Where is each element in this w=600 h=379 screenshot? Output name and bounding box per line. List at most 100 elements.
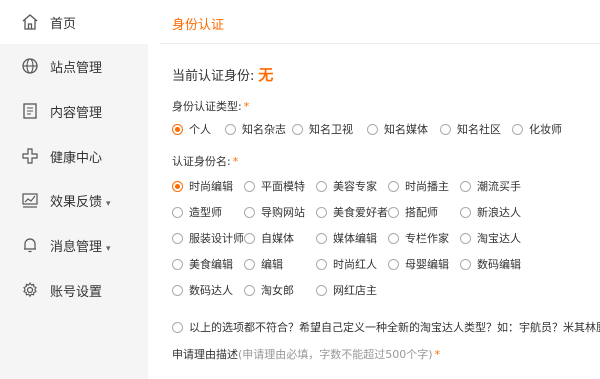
type-option-radio[interactable]: 知名杂志 [225, 121, 286, 137]
radio-circle-icon [172, 232, 183, 244]
type-option-radio[interactable]: 知名社区 [440, 121, 501, 137]
radio-circle-icon [244, 180, 255, 192]
divider [160, 43, 600, 44]
radio-circle-icon [460, 232, 471, 244]
identity-option-radio[interactable]: 数码达人 [172, 282, 233, 298]
radio-label: 平面模特 [261, 180, 305, 193]
identity-option-radio[interactable]: 服装设计师 [172, 230, 244, 246]
radio-label: 美容专家 [333, 180, 377, 193]
identity-option-radio[interactable]: 数码编辑 [460, 256, 521, 272]
type-option-radio[interactable]: 知名媒体 [367, 121, 428, 137]
status-value: 无 [258, 66, 274, 84]
identity-option-radio[interactable]: 新浪达人 [460, 204, 521, 220]
identity-option-radio[interactable]: 平面模特 [244, 178, 305, 194]
type-option-radio[interactable]: 个人 [172, 121, 211, 137]
radio-circle-icon [388, 180, 399, 192]
radio-circle-icon [172, 123, 183, 135]
radio-circle-icon [460, 180, 471, 192]
document-icon [20, 101, 40, 121]
main-content: 身份认证 当前认证身份: 无 身份认证类型: * 个人 知名杂志 知名卫视 知名媒体 知名社… [148, 0, 600, 379]
radio-label: 淘宝达人 [477, 232, 521, 245]
identity-option-radio[interactable]: 造型师 [172, 204, 222, 220]
sidebar-item-label: 效果反馈 ▾ [50, 194, 111, 210]
radio-label: 美食编辑 [189, 258, 233, 271]
reason-label: 申请理由描述(申请理由必填，字数不能超过500个字) * [172, 348, 441, 361]
radio-circle-icon [244, 206, 255, 218]
sidebar-item-health[interactable]: 健康中心 [0, 134, 148, 178]
radio-label: 化妆师 [529, 123, 562, 136]
radio-circle-icon [388, 206, 399, 218]
radio-circle-icon [316, 206, 327, 218]
radio-label: 知名杂志 [242, 123, 286, 136]
current-identity-status: 当前认证身份: 无 [172, 64, 273, 85]
globe-icon [20, 56, 40, 76]
radio-circle-icon [172, 180, 183, 192]
sidebar-item-label: 站点管理 [50, 60, 103, 76]
sidebar-item-label: 内容管理 [50, 105, 103, 121]
radio-circle-icon [460, 206, 471, 218]
radio-circle-icon [460, 258, 471, 270]
type-label: 身份认证类型: * [172, 100, 250, 113]
radio-label: 自媒体 [261, 232, 294, 245]
radio-circle-icon [316, 180, 327, 192]
radio-circle-icon [316, 232, 327, 244]
radio-circle-icon [316, 284, 327, 296]
type-option-radio[interactable]: 知名卫视 [292, 121, 353, 137]
radio-circle-icon [225, 123, 236, 135]
home-icon [20, 12, 40, 32]
sidebar-item-content[interactable]: 内容管理 [0, 89, 148, 133]
status-label: 当前认证身份: [172, 69, 255, 84]
radio-label: 数码达人 [189, 284, 233, 297]
identity-option-radio[interactable]: 时尚红人 [316, 256, 377, 272]
sidebar: 首页 站点管理 内容管理 健康中心 效果反馈 ▾ 消息管理 ▾ 账号设置 [0, 0, 148, 379]
radio-circle-icon [512, 123, 523, 135]
radio-label: 个人 [189, 123, 211, 136]
chevron-down-icon: ▾ [106, 198, 111, 209]
radio-label: 知名卫视 [309, 123, 353, 136]
identity-option-radio[interactable]: 美食编辑 [172, 256, 233, 272]
radio-label: 母婴编辑 [405, 258, 449, 271]
breadcrumb: 身份认证 [172, 18, 225, 33]
identity-option-radio[interactable]: 美食爱好者 [316, 204, 388, 220]
identity-option-radio[interactable]: 搭配师 [388, 204, 438, 220]
identity-option-radio[interactable]: 时尚编辑 [172, 178, 233, 194]
sidebar-item-account[interactable]: 账号设置 [0, 268, 148, 312]
identity-option-radio[interactable]: 母婴编辑 [388, 256, 449, 272]
radio-circle-icon [244, 232, 255, 244]
sidebar-item-sites[interactable]: 站点管理 [0, 44, 148, 88]
sidebar-item-feedback[interactable]: 效果反馈 ▾ [0, 178, 148, 222]
identity-option-radio[interactable]: 编辑 [244, 256, 283, 272]
radio-label: 潮流买手 [477, 180, 521, 193]
radio-label: 数码编辑 [477, 258, 521, 271]
identity-option-radio[interactable]: 媒体编辑 [316, 230, 377, 246]
radio-label: 编辑 [261, 258, 283, 271]
sidebar-item-label: 健康中心 [50, 150, 103, 166]
sidebar-item-messages[interactable]: 消息管理 ▾ [0, 223, 148, 267]
sidebar-item-label: 账号设置 [50, 284, 103, 300]
identity-option-radio[interactable]: 专栏作家 [388, 230, 449, 246]
identity-option-radio[interactable]: 美容专家 [316, 178, 377, 194]
radio-label: 造型师 [189, 206, 222, 219]
radio-label: 服装设计师 [189, 232, 244, 245]
radio-label: 时尚编辑 [189, 180, 233, 193]
identity-option-radio[interactable]: 时尚播主 [388, 178, 449, 194]
radio-circle-icon [440, 123, 451, 135]
identity-option-radio[interactable]: 网红店主 [316, 282, 377, 298]
radio-circle-icon [172, 258, 183, 270]
radio-label: 导购网站 [261, 206, 305, 219]
radio-label: 专栏作家 [405, 232, 449, 245]
identity-option-radio[interactable]: 导购网站 [244, 204, 305, 220]
radio-circle-icon [244, 284, 255, 296]
type-option-radio[interactable]: 化妆师 [512, 121, 562, 137]
identity-option-radio[interactable]: 淘女郎 [244, 282, 294, 298]
identity-option-radio[interactable]: 潮流买手 [460, 178, 521, 194]
custom-identity-radio[interactable]: 以上的选项都不符合？希望自己定义一种全新的淘宝达人类型？如：宇航员？米其林厨师？ [172, 319, 600, 335]
chart-icon [20, 190, 40, 210]
identity-option-radio[interactable]: 自媒体 [244, 230, 294, 246]
identity-option-radio[interactable]: 淘宝达人 [460, 230, 521, 246]
radio-circle-icon [292, 123, 303, 135]
radio-label: 时尚播主 [405, 180, 449, 193]
radio-circle-icon [316, 258, 327, 270]
sidebar-item-home[interactable]: 首页 [0, 0, 148, 44]
radio-label: 新浪达人 [477, 206, 521, 219]
